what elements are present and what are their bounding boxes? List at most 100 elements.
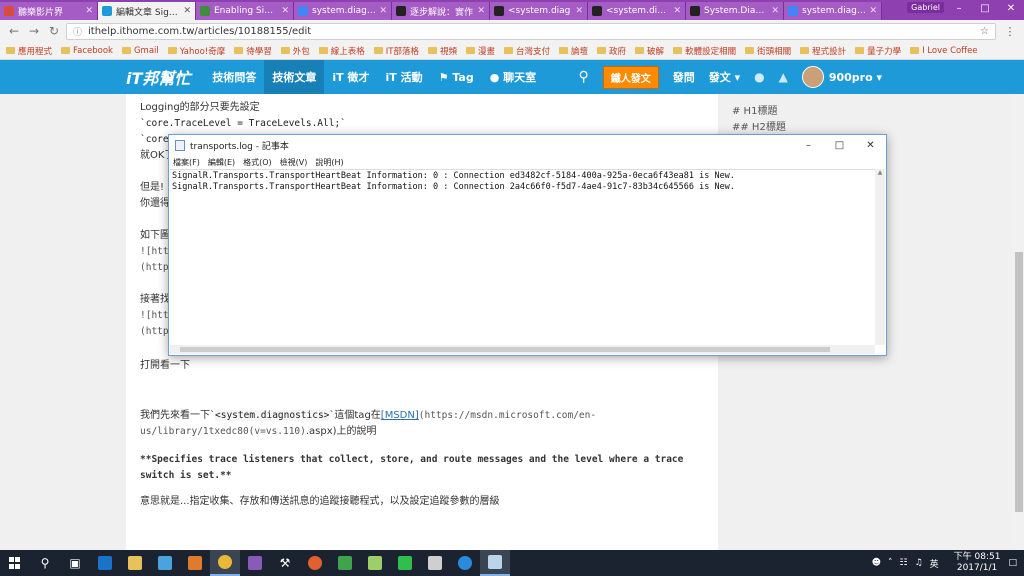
nav-jobs[interactable]: iT 徵才: [324, 60, 377, 94]
ie-icon[interactable]: [450, 550, 480, 576]
bookmark-item[interactable]: 台灣支付: [504, 45, 550, 57]
scroll-up-icon[interactable]: ▲: [875, 169, 885, 179]
reload-icon[interactable]: ↻: [46, 24, 62, 38]
close-icon[interactable]: ✕: [998, 0, 1024, 16]
bookmark-item[interactable]: 論壇: [559, 45, 588, 57]
cloud-icon[interactable]: [300, 550, 330, 576]
browser-tab[interactable]: System.Diagno ✕: [686, 2, 784, 20]
bookmark-item[interactable]: 應用程式: [6, 45, 52, 57]
message-icon[interactable]: ●: [754, 70, 764, 84]
browser-tab[interactable]: 逐步解說：實作 ✕: [392, 2, 490, 20]
bookmark-item[interactable]: 待學習: [234, 45, 272, 57]
chrome-menu-icon[interactable]: ⋮: [1002, 25, 1018, 38]
people-icon[interactable]: ☻: [872, 558, 881, 568]
bookmark-item[interactable]: 政府: [597, 45, 626, 57]
bookmark-item[interactable]: Facebook: [61, 46, 113, 56]
tab-close-icon[interactable]: ✕: [673, 6, 681, 16]
tools-icon[interactable]: ⚒: [270, 550, 300, 576]
scrollbar-thumb[interactable]: [1015, 252, 1023, 512]
nav-tech-articles[interactable]: 技術文章: [264, 60, 325, 94]
tab-close-icon[interactable]: ✕: [85, 6, 93, 16]
forward-arrow-icon[interactable]: →: [26, 24, 42, 38]
app-icon[interactable]: [420, 550, 450, 576]
bookmark-item[interactable]: Gmail: [121, 46, 159, 56]
msdn-link[interactable]: [MSDN]: [381, 410, 419, 421]
media-player-icon[interactable]: [180, 550, 210, 576]
browser-tab[interactable]: system.diagno ✕: [294, 2, 392, 20]
nav-chatroom[interactable]: ● 聊天室: [482, 60, 544, 94]
back-arrow-icon[interactable]: ←: [6, 24, 22, 38]
bookmark-item[interactable]: 線上表格: [318, 45, 365, 57]
file-explorer-icon[interactable]: [120, 550, 150, 576]
notepad-horizontal-scrollbar[interactable]: [170, 345, 875, 354]
ime-indicator[interactable]: 英: [930, 557, 939, 570]
minimize-icon[interactable]: –: [946, 0, 972, 16]
chrome-user-badge[interactable]: Gabriel: [907, 2, 944, 13]
bookmark-item[interactable]: 外包: [280, 45, 310, 57]
chrome-icon[interactable]: [210, 550, 240, 576]
notepad-text-area[interactable]: SignalR.Transports.TransportHeartBeat In…: [170, 169, 875, 345]
menu-file[interactable]: 檔案(F): [173, 157, 200, 168]
bookmark-item[interactable]: 漫畫: [465, 45, 495, 57]
search-icon[interactable]: ⚲: [30, 550, 60, 576]
task-view-icon[interactable]: ▣: [60, 550, 90, 576]
tab-close-icon[interactable]: ✕: [575, 6, 583, 16]
tab-close-icon[interactable]: ✕: [771, 6, 779, 16]
bookmark-item[interactable]: I Love Coffee: [910, 46, 978, 56]
bookmark-item[interactable]: 量子力學: [855, 45, 901, 57]
url-input[interactable]: ⓘ ithelp.ithome.com.tw/articles/10188155…: [66, 22, 996, 40]
start-button[interactable]: [0, 550, 30, 576]
tab-close-icon[interactable]: ✕: [281, 6, 289, 16]
maximize-icon[interactable]: □: [972, 0, 998, 16]
bookmark-item[interactable]: Yahoo!奇摩: [167, 45, 225, 57]
ironman-post-button[interactable]: 鐵人發文: [602, 65, 659, 89]
nav-tag[interactable]: ⚑ Tag: [431, 60, 482, 94]
menu-format[interactable]: 格式(O): [243, 157, 272, 168]
avatar[interactable]: [801, 66, 824, 88]
browser-tab[interactable]: <system.diagn ✕: [588, 2, 686, 20]
scrollbar-thumb[interactable]: [180, 347, 830, 352]
browser-tab[interactable]: system.diagno ✕: [784, 2, 882, 20]
clock[interactable]: 下午 08:51 2017/1/1: [954, 552, 1001, 574]
notepad-vertical-scrollbar[interactable]: ▲: [875, 169, 885, 345]
app-icon[interactable]: [330, 550, 360, 576]
network-icon[interactable]: ☷: [900, 558, 908, 568]
notepad-taskbar-icon[interactable]: [480, 550, 510, 576]
app-icon[interactable]: [360, 550, 390, 576]
tab-close-icon[interactable]: ✕: [869, 6, 877, 16]
menu-help[interactable]: 說明(H): [315, 157, 343, 168]
notepad-titlebar[interactable]: transports.log - 記事本: [169, 135, 886, 155]
page-info-icon[interactable]: ⓘ: [73, 25, 82, 38]
close-icon[interactable]: ✕: [855, 135, 886, 155]
bell-icon[interactable]: ▲: [779, 70, 788, 84]
edge-icon[interactable]: [90, 550, 120, 576]
site-logo[interactable]: iT邦幫忙: [126, 65, 190, 89]
browser-tab[interactable]: <system.diag ✕: [490, 2, 588, 20]
visual-studio-icon[interactable]: [240, 550, 270, 576]
bookmark-item[interactable]: 破解: [635, 45, 664, 57]
username-menu[interactable]: 900pro ▾: [829, 71, 882, 84]
browser-tab[interactable]: Enabling Signa ✕: [196, 2, 294, 20]
write-menu[interactable]: 發文 ▾: [709, 69, 740, 85]
nav-tech-qa[interactable]: 技術問答: [204, 60, 264, 94]
browser-tab[interactable]: 聽樂影片界 ✕: [0, 2, 98, 20]
page-scrollbar[interactable]: [1014, 94, 1024, 550]
tab-close-icon[interactable]: ✕: [183, 6, 191, 16]
ask-link[interactable]: 發問: [673, 69, 695, 85]
minimize-icon[interactable]: –: [793, 135, 824, 155]
browser-tab[interactable]: 編輯文章 Signal ✕: [98, 2, 196, 20]
toc-h1[interactable]: # H1標題: [732, 104, 786, 120]
line-icon[interactable]: [390, 550, 420, 576]
bookmark-item[interactable]: IT部落格: [373, 45, 419, 57]
tab-close-icon[interactable]: ✕: [379, 6, 387, 16]
volume-icon[interactable]: ♫: [915, 558, 923, 568]
up-arrow-icon[interactable]: ˄: [888, 558, 893, 568]
bookmark-item[interactable]: 程式設計: [800, 45, 846, 57]
bookmark-item[interactable]: 街頭相關: [745, 45, 791, 57]
nav-events[interactable]: iT 活動: [378, 60, 431, 94]
maximize-icon[interactable]: □: [824, 135, 855, 155]
search-icon[interactable]: ⚲: [578, 69, 588, 85]
bookmark-item[interactable]: 視頻: [427, 45, 457, 57]
bookmark-item[interactable]: 軟體設定相關: [673, 45, 736, 57]
menu-edit[interactable]: 編輯(E): [208, 157, 235, 168]
